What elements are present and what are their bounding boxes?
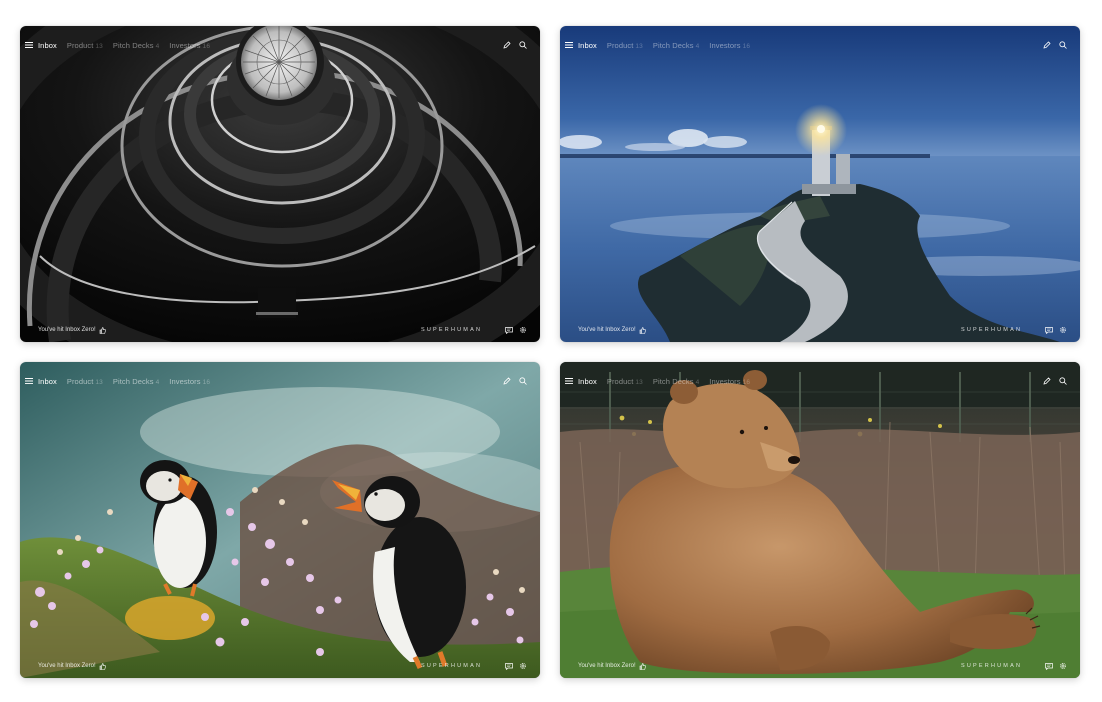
inbox-screen-puffins: Inbox Product 13 Pitch Decks 4 Investors 16… bbox=[20, 362, 540, 678]
status-bar: You've hit Inbox Zero! SUPERHUMAN bbox=[20, 318, 540, 342]
tab-investors[interactable]: Investors 16 bbox=[169, 377, 210, 386]
wallpaper-grid: Inbox Product 13 Pitch Decks 4 Investors 16… bbox=[0, 0, 1102, 702]
brand-wordmark: SUPERHUMAN bbox=[961, 327, 1023, 333]
tab-inbox[interactable]: Inbox bbox=[578, 41, 597, 50]
tab-count: 16 bbox=[202, 42, 211, 50]
thumbs-up-icon bbox=[99, 662, 106, 670]
tab-product[interactable]: Product 13 bbox=[607, 377, 643, 386]
tab-count: 13 bbox=[635, 42, 643, 50]
compose-icon[interactable] bbox=[500, 38, 514, 52]
top-nav: Inbox Product 13 Pitch Decks 4 Investors 16 bbox=[560, 362, 1080, 400]
brand-wordmark: SUPERHUMAN bbox=[961, 663, 1023, 669]
tab-count: 4 bbox=[695, 378, 700, 386]
thumbs-up-icon bbox=[639, 662, 646, 670]
background-photo-bear bbox=[560, 362, 1080, 678]
tab-investors[interactable]: Investors 16 bbox=[169, 41, 210, 50]
menu-icon[interactable] bbox=[560, 362, 578, 400]
top-nav: Inbox Product 13 Pitch Decks 4 Investors 16 bbox=[20, 26, 540, 64]
inbox-zero-message: You've hit Inbox Zero! bbox=[578, 662, 646, 670]
tab-count: 16 bbox=[202, 378, 211, 386]
compose-icon[interactable] bbox=[1040, 374, 1054, 388]
tab-count: 4 bbox=[155, 378, 160, 386]
tab-count: 13 bbox=[635, 378, 643, 386]
tab-count: 4 bbox=[695, 42, 700, 50]
menu-icon[interactable] bbox=[560, 26, 578, 64]
background-photo-lighthouse bbox=[560, 26, 1080, 342]
search-icon[interactable] bbox=[516, 374, 530, 388]
tab-pitch-decks[interactable]: Pitch Decks 4 bbox=[653, 377, 699, 386]
thumbs-up-icon bbox=[639, 326, 646, 334]
search-icon[interactable] bbox=[1056, 38, 1070, 52]
chat-icon[interactable] bbox=[502, 324, 516, 336]
brand-wordmark: SUPERHUMAN bbox=[421, 663, 483, 669]
tab-count: 4 bbox=[155, 42, 160, 50]
top-nav: Inbox Product 13 Pitch Decks 4 Investors 16 bbox=[20, 362, 540, 400]
search-icon[interactable] bbox=[1056, 374, 1070, 388]
thumbs-up-icon bbox=[99, 326, 106, 334]
tab-inbox[interactable]: Inbox bbox=[38, 377, 57, 386]
gear-icon[interactable] bbox=[516, 324, 530, 336]
tab-product[interactable]: Product 13 bbox=[67, 377, 103, 386]
tab-pitch-decks[interactable]: Pitch Decks 4 bbox=[113, 41, 159, 50]
tab-product[interactable]: Product 13 bbox=[67, 41, 103, 50]
top-nav: Inbox Product 13 Pitch Decks 4 Investors 16 bbox=[560, 26, 1080, 64]
menu-icon[interactable] bbox=[20, 26, 38, 64]
inbox-screen-bear: Inbox Product 13 Pitch Decks 4 Investors 16… bbox=[560, 362, 1080, 678]
menu-icon[interactable] bbox=[20, 362, 38, 400]
tab-product[interactable]: Product 13 bbox=[607, 41, 643, 50]
gear-icon[interactable] bbox=[516, 660, 530, 672]
tab-inbox[interactable]: Inbox bbox=[578, 377, 597, 386]
tab-pitch-decks[interactable]: Pitch Decks 4 bbox=[653, 41, 699, 50]
compose-icon[interactable] bbox=[1040, 38, 1054, 52]
status-bar: You've hit Inbox Zero! SUPERHUMAN bbox=[20, 654, 540, 678]
chat-icon[interactable] bbox=[1042, 324, 1056, 336]
search-icon[interactable] bbox=[516, 38, 530, 52]
inbox-screen-spiral: Inbox Product 13 Pitch Decks 4 Investors 16… bbox=[20, 26, 540, 342]
gear-icon[interactable] bbox=[1056, 660, 1070, 672]
inbox-zero-message: You've hit Inbox Zero! bbox=[38, 662, 106, 670]
tab-inbox[interactable]: Inbox bbox=[38, 41, 57, 50]
status-bar: You've hit Inbox Zero! SUPERHUMAN bbox=[560, 318, 1080, 342]
tab-count: 16 bbox=[742, 378, 751, 386]
tab-pitch-decks[interactable]: Pitch Decks 4 bbox=[113, 377, 159, 386]
tab-count: 13 bbox=[95, 42, 103, 50]
inbox-zero-message: You've hit Inbox Zero! bbox=[38, 326, 106, 334]
tab-investors[interactable]: Investors 16 bbox=[709, 41, 750, 50]
tab-count: 16 bbox=[742, 42, 751, 50]
tab-count: 13 bbox=[95, 378, 103, 386]
background-photo-spiral bbox=[20, 26, 540, 342]
inbox-zero-message: You've hit Inbox Zero! bbox=[578, 326, 646, 334]
tab-investors[interactable]: Investors 16 bbox=[709, 377, 750, 386]
chat-icon[interactable] bbox=[502, 660, 516, 672]
compose-icon[interactable] bbox=[500, 374, 514, 388]
background-photo-puffins bbox=[20, 362, 540, 678]
brand-wordmark: SUPERHUMAN bbox=[421, 327, 483, 333]
chat-icon[interactable] bbox=[1042, 660, 1056, 672]
gear-icon[interactable] bbox=[1056, 324, 1070, 336]
inbox-screen-lighthouse: Inbox Product 13 Pitch Decks 4 Investors 16… bbox=[560, 26, 1080, 342]
status-bar: You've hit Inbox Zero! SUPERHUMAN bbox=[560, 654, 1080, 678]
